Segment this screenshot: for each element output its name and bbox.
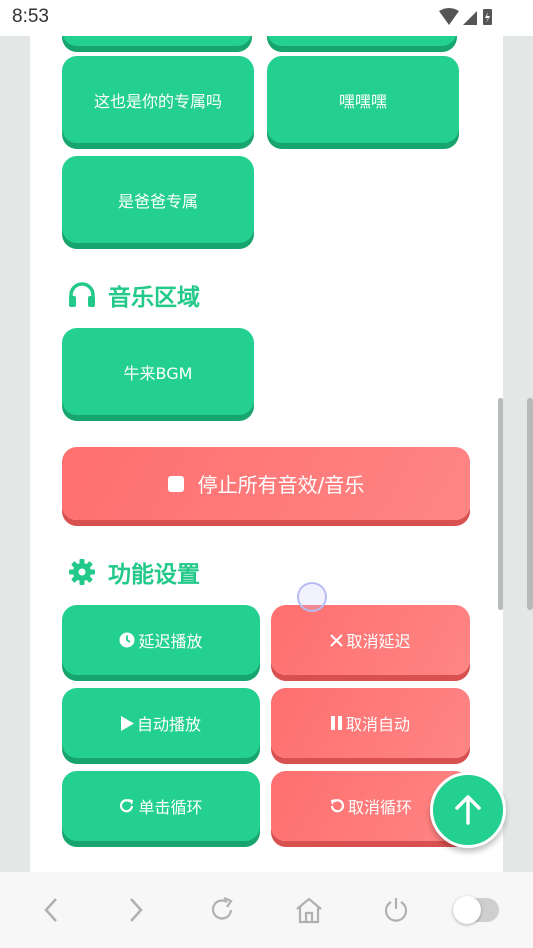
button-label: 自动播放: [136, 715, 201, 734]
touch-indicator: [297, 582, 327, 612]
clock-icon: [119, 632, 135, 648]
toggle-knob: [453, 896, 481, 924]
settings-section-title: 功能设置: [68, 555, 200, 589]
sound-button-dad-exclusive[interactable]: 是爸爸专属: [62, 156, 254, 243]
stop-all-button[interactable]: 停止所有音效/音乐: [62, 447, 470, 520]
sound-button-exclusive-you[interactable]: 这也是你的专属吗: [62, 56, 254, 143]
headphones-icon: [69, 282, 95, 307]
button-label: 单击循环: [138, 798, 203, 817]
section-title-text: 音乐区域: [108, 285, 200, 311]
redo-icon: [119, 798, 135, 814]
home-button[interactable]: [293, 894, 325, 926]
status-icons: [437, 7, 493, 31]
delay-play-button[interactable]: 延迟播放: [62, 605, 260, 675]
gear-icon: [69, 559, 95, 585]
forward-button[interactable]: [120, 894, 152, 926]
close-icon: [330, 633, 344, 647]
refresh-icon: [211, 896, 233, 920]
cancel-delay-button[interactable]: 取消延迟: [271, 605, 470, 675]
button-label: 停止所有音效/音乐: [197, 473, 365, 497]
theme-toggle[interactable]: [453, 896, 499, 924]
sound-button-heiheihei[interactable]: 嘿嘿嘿: [267, 56, 459, 143]
power-button[interactable]: [380, 894, 412, 926]
sound-button-hidden-2[interactable]: [267, 36, 457, 46]
back-button[interactable]: [35, 894, 67, 926]
music-section-title: 音乐区域: [68, 278, 200, 312]
bgm-button[interactable]: 牛来BGM: [62, 328, 254, 415]
back-icon: [44, 898, 57, 922]
pause-icon: [330, 716, 343, 730]
sound-button-hidden-1[interactable]: [62, 36, 252, 46]
button-label: 延迟播放: [138, 632, 203, 651]
stop-icon: [167, 475, 184, 492]
forward-icon: [130, 898, 143, 922]
page-content: 这也是你的专属吗 嘿嘿嘿 是爸爸专属 音乐区域 牛来BGM 停止所有音效/音乐: [30, 36, 503, 872]
status-bar: 8:53: [0, 0, 533, 36]
button-label: 牛来BGM: [123, 363, 193, 383]
status-time: 8:53: [12, 6, 49, 27]
single-loop-button[interactable]: 单击循环: [62, 771, 260, 841]
page-scrollbar-thumb[interactable]: [527, 398, 533, 610]
button-label: 嘿嘿嘿: [338, 91, 387, 111]
undo-icon: [329, 798, 345, 814]
button-label: 这也是你的专属吗: [93, 91, 222, 111]
auto-play-button[interactable]: 自动播放: [62, 688, 260, 758]
signal-battery-icon: [439, 8, 492, 25]
button-label: 取消延迟: [346, 632, 411, 651]
scrollbar[interactable]: [498, 398, 503, 610]
play-icon: [120, 715, 134, 731]
power-icon: [384, 898, 408, 922]
button-label: 取消循环: [347, 798, 412, 817]
arrow-up-icon: [455, 795, 481, 825]
cancel-auto-button[interactable]: 取消自动: [271, 688, 470, 758]
refresh-button[interactable]: [207, 894, 239, 926]
button-label: 是爸爸专属: [117, 191, 198, 211]
scroll-to-top-button[interactable]: [430, 772, 506, 848]
home-icon: [296, 897, 322, 924]
button-label: 取消自动: [345, 715, 410, 734]
section-title-text: 功能设置: [108, 562, 200, 588]
